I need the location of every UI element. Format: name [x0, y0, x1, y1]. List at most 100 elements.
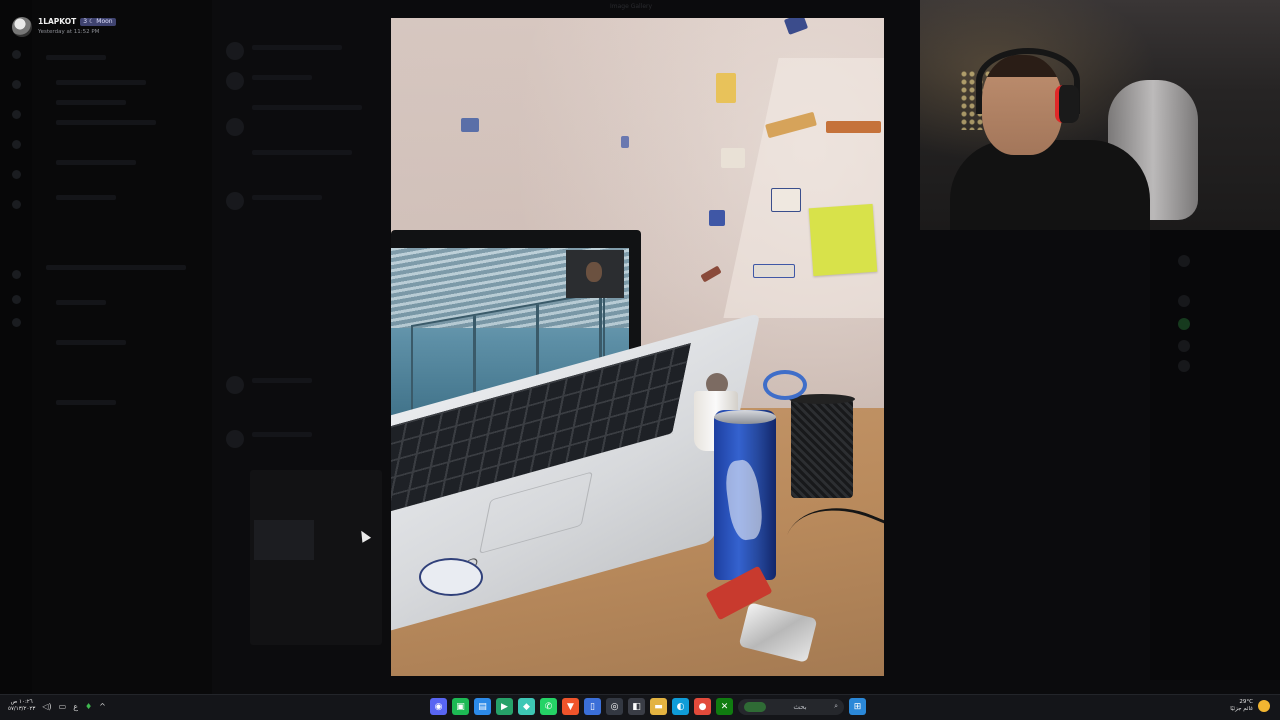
can-lid: [714, 410, 776, 424]
headphone-icon: [1055, 85, 1079, 123]
wall-sticker: [826, 121, 881, 133]
search-input[interactable]: بحث ⌕: [738, 698, 844, 715]
laptop-sticker: [419, 558, 483, 596]
message-line: [252, 75, 312, 80]
message-line: [252, 378, 312, 383]
chevron-up-icon[interactable]: ^: [99, 702, 106, 711]
edge-icon[interactable]: ◐: [672, 698, 689, 715]
channel-item[interactable]: [56, 195, 116, 200]
search-highlight-badge: [744, 701, 766, 712]
start-icon[interactable]: ⊞: [849, 698, 866, 715]
weather-temp: 29°C: [1239, 699, 1253, 705]
microphone-icon[interactable]: ♦: [85, 702, 92, 711]
sticky-note: [808, 203, 878, 277]
volume-icon[interactable]: ◁): [42, 702, 51, 711]
photos-icon[interactable]: ◆: [518, 698, 535, 715]
avatar[interactable]: [226, 430, 244, 448]
member-list: [1150, 230, 1280, 680]
brave-icon[interactable]: ▼: [562, 698, 579, 715]
author-row: 1LAPKOT 3 ☾ Moon: [38, 17, 116, 27]
server-icon[interactable]: [12, 200, 21, 209]
avatar[interactable]: [226, 72, 244, 90]
face: [586, 262, 602, 282]
channel-item[interactable]: [56, 300, 106, 305]
taskbar-apps: ◉ ▣ ▤ ▶ ◆ ✆ ▼ ▯ ◎ ◧ ▬ ◐ ● ✕ بحث ⌕ ⊞: [430, 698, 866, 715]
attachment-thumbnail[interactable]: [250, 470, 382, 645]
server-tag-badge: 3 ☾ Moon: [80, 18, 116, 26]
discord-icon[interactable]: ◉: [430, 698, 447, 715]
message-line: [252, 195, 322, 200]
member-avatar[interactable]: [1178, 360, 1190, 372]
wall-sticker: [771, 188, 801, 212]
avatar[interactable]: [226, 42, 244, 60]
wall-sticker: [716, 73, 736, 103]
notes-icon[interactable]: ▯: [584, 698, 601, 715]
channel-item[interactable]: [56, 160, 136, 165]
wall-sticker: [753, 264, 795, 278]
server-icon[interactable]: [12, 140, 21, 149]
channel-list: [32, 0, 212, 695]
spotify-like-icon[interactable]: ▣: [452, 698, 469, 715]
wall-sticker: [709, 210, 725, 226]
avatar[interactable]: [226, 376, 244, 394]
obs-icon[interactable]: ◎: [606, 698, 623, 715]
whatsapp-icon[interactable]: ✆: [540, 698, 557, 715]
channel-item[interactable]: [56, 120, 156, 125]
can-label: [722, 458, 766, 542]
author-meta: 1LAPKOT 3 ☾ Moon Yesterday at 11:52 PM: [38, 17, 116, 37]
search-placeholder: بحث: [793, 702, 807, 711]
weather-text: 29°C غائم جزئيًا: [1230, 699, 1253, 713]
folder-icon[interactable]: ▬: [650, 698, 667, 715]
message-line: [252, 150, 352, 155]
message-line: [252, 45, 342, 50]
taskbar: ١٠:٢٦ ص ٥٧/١٣/٢٠٢٣ ◁) ▭ ع ♦ ^ ◉ ▣ ▤ ▶ ◆ …: [0, 694, 1280, 720]
author-username[interactable]: 1LAPKOT: [38, 17, 76, 27]
wall-sticker: [721, 148, 745, 168]
channel-item[interactable]: [56, 100, 126, 105]
soda-can: [714, 410, 776, 580]
server-icon[interactable]: [12, 110, 21, 119]
server-icon[interactable]: [12, 318, 21, 327]
member-avatar[interactable]: [1178, 340, 1190, 352]
avatar[interactable]: [226, 118, 244, 136]
server-icon[interactable]: [12, 295, 21, 304]
sun-icon: [1258, 700, 1270, 712]
member-avatar[interactable]: [1178, 295, 1190, 307]
wall-sticker: [621, 136, 629, 148]
server-icon[interactable]: [12, 270, 21, 279]
channel-item[interactable]: [46, 55, 106, 60]
xbox-icon[interactable]: ✕: [716, 698, 733, 715]
viewer-title: Image Gallery: [610, 3, 653, 10]
clock-time: ١٠:٢٦ ص: [10, 699, 33, 705]
trackpad: [479, 471, 593, 555]
server-icon[interactable]: [12, 170, 21, 179]
channel-item[interactable]: [56, 340, 126, 345]
wall-sticker: [461, 118, 479, 132]
message-line: [252, 432, 312, 437]
thumbnail-content: [254, 520, 314, 560]
explorer-icon[interactable]: ▤: [474, 698, 491, 715]
member-avatar[interactable]: [1178, 255, 1190, 267]
language-indicator[interactable]: ع: [73, 702, 78, 711]
image-author-header: 1LAPKOT 3 ☾ Moon Yesterday at 11:52 PM: [12, 17, 116, 37]
avatar[interactable]: [226, 192, 244, 210]
weather-widget[interactable]: 29°C غائم جزئيًا: [1230, 699, 1270, 713]
channel-item[interactable]: [56, 400, 116, 405]
network-icon[interactable]: ▭: [59, 702, 67, 711]
clock[interactable]: ١٠:٢٦ ص ٥٧/١٣/٢٠٢٣: [8, 699, 35, 713]
store-icon[interactable]: ◧: [628, 698, 645, 715]
clock-date: ٥٧/١٣/٢٠٢٣: [8, 706, 36, 712]
weather-desc: غائم جزئيًا: [1230, 706, 1253, 712]
chrome-icon[interactable]: ●: [694, 698, 711, 715]
facecam-thumbnail: [566, 250, 624, 298]
channel-item[interactable]: [56, 80, 146, 85]
enlarged-photo[interactable]: [391, 18, 884, 676]
server-rail: [0, 0, 32, 695]
play-icon[interactable]: ▶: [496, 698, 513, 715]
channel-item[interactable]: [46, 265, 186, 270]
pen-holder: [789, 394, 855, 498]
server-icon[interactable]: [12, 80, 21, 89]
member-avatar[interactable]: [1178, 318, 1190, 330]
server-icon[interactable]: [12, 50, 21, 59]
avatar[interactable]: [12, 17, 32, 37]
